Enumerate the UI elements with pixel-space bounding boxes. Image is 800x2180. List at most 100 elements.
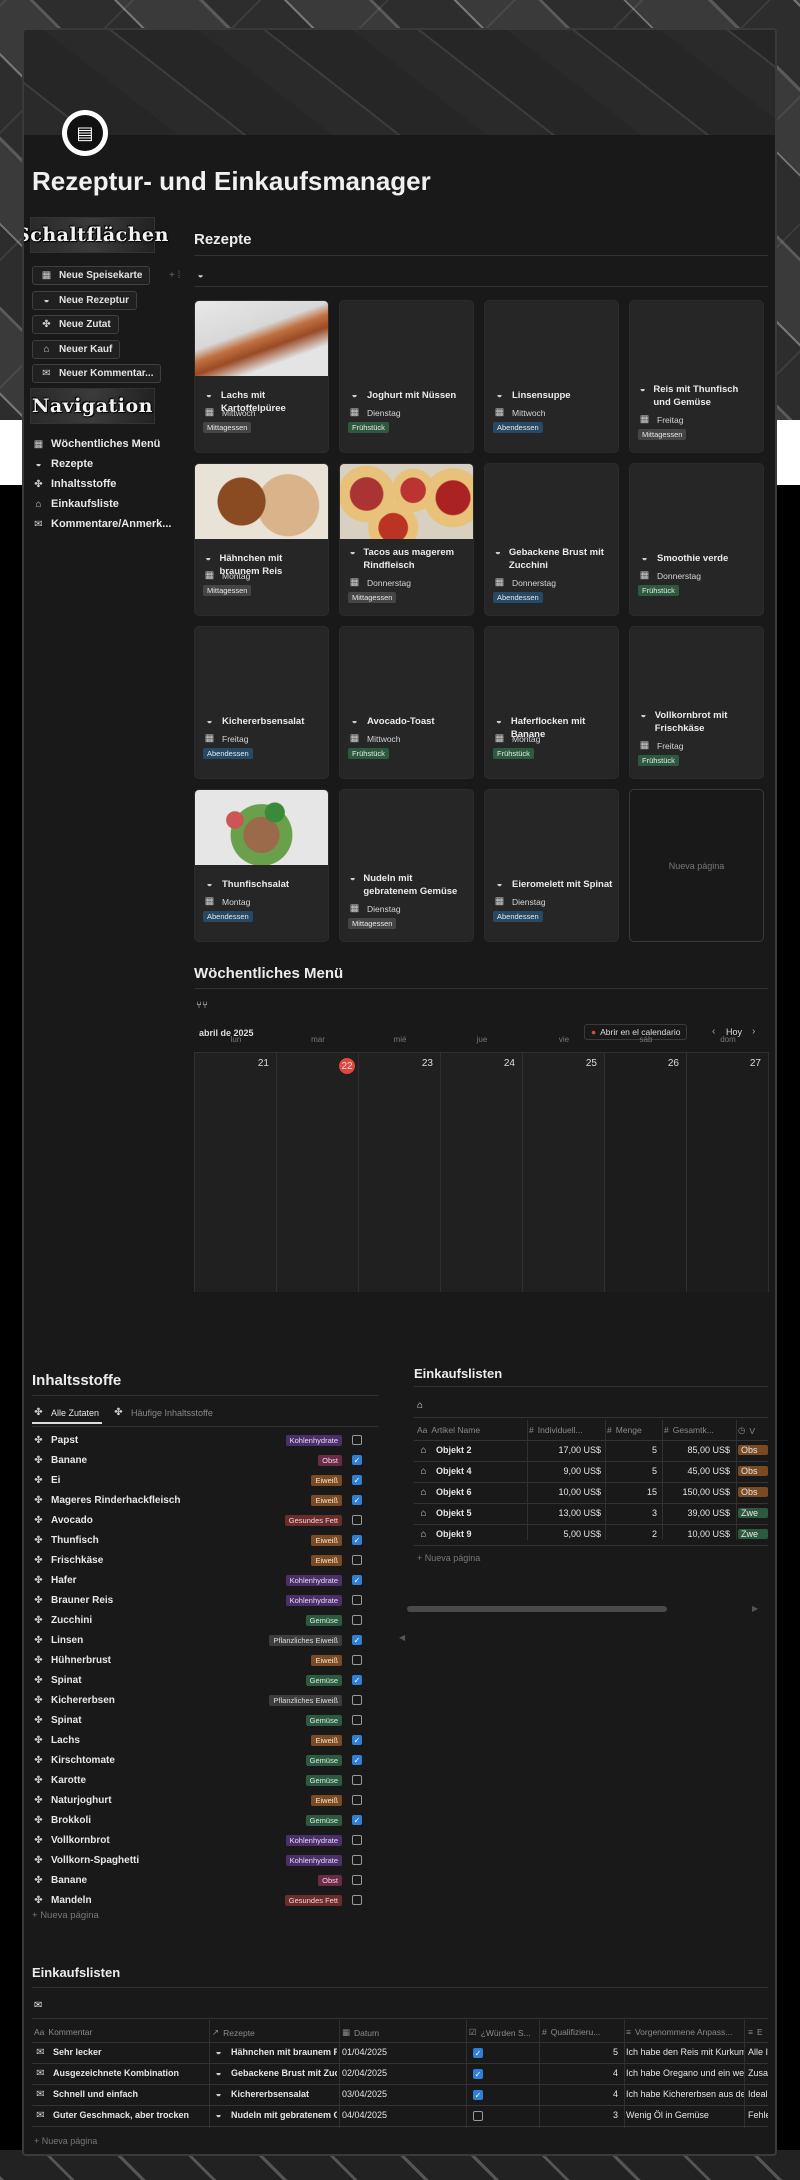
recipe-card[interactable]: ◒ Kichererbsensalat ▦ Freitag Abendessen: [194, 626, 329, 779]
horizontal-scrollbar[interactable]: [407, 1606, 667, 1612]
column-header[interactable]: # Gesamtk...: [664, 1425, 736, 1435]
shopping-item-name[interactable]: ⌂ Objekt 9: [417, 1529, 525, 1540]
fork-knife-icon[interactable]: ⑂⑂: [196, 1000, 208, 1011]
ingredient-checkbox[interactable]: [352, 1775, 362, 1785]
ingredient-row[interactable]: ✤ Hühnerbrust Eiweiß: [32, 1650, 362, 1670]
tab-common-ingredients[interactable]: ✤ Häufige Inhaltsstoffe: [112, 1407, 213, 1418]
ingredient-checkbox[interactable]: ✓: [352, 1455, 362, 1465]
ingredient-row[interactable]: ✤ Banane Obst ✓: [32, 1450, 362, 1470]
would-repeat-checkbox[interactable]: ✓: [473, 2048, 483, 2058]
ingredient-row[interactable]: ✤ Mageres Rinderhackfleisch Eiweiß ✓: [32, 1490, 362, 1510]
ingredient-checkbox[interactable]: [352, 1695, 362, 1705]
comment-text[interactable]: ✉ Sehr lecker: [34, 2047, 206, 2058]
calendar-day-cell[interactable]: 23: [359, 1052, 441, 1292]
recipe-relation[interactable]: ◒ Kichererbsensalat: [212, 2089, 337, 2100]
comments-new-page[interactable]: + Nueva página: [34, 2136, 97, 2146]
nav-shopping-list[interactable]: ⌂ Einkaufsliste: [32, 498, 118, 510]
nav-comments[interactable]: ✉ Kommentare/Anmerk...: [32, 518, 171, 530]
ingredient-row[interactable]: ✤ Lachs Eiweiß ✓: [32, 1730, 362, 1750]
ingredients-new-page[interactable]: + Nueva página: [32, 1910, 99, 1921]
ingredient-row[interactable]: ✤ Avocado Gesundes Fett: [32, 1510, 362, 1530]
recipe-card[interactable]: ◒ Tacos aus magerem Rindfleisch ▦ Donnersta…: [339, 463, 474, 616]
ingredient-row[interactable]: ✤ Spinat Gemüse ✓: [32, 1670, 362, 1690]
column-header[interactable]: ≡ Vorgenommene Anpass...: [626, 2027, 746, 2037]
recipes-new-page[interactable]: Nueva página: [629, 789, 764, 942]
ingredient-checkbox[interactable]: ✓: [352, 1735, 362, 1745]
column-header[interactable]: Aa Kommentar: [34, 2027, 209, 2037]
ingredient-row[interactable]: ✤ Spinat Gemüse: [32, 1710, 362, 1730]
column-header[interactable]: ▦ Datum: [342, 2027, 464, 2038]
ingredient-checkbox[interactable]: [352, 1435, 362, 1445]
ingredient-checkbox[interactable]: ✓: [352, 1575, 362, 1585]
ingredient-checkbox[interactable]: [352, 1875, 362, 1885]
recipe-card[interactable]: ◒ Gebackene Brust mit Zucchini ▦ Donnerstag…: [484, 463, 619, 616]
recipe-card[interactable]: ◒ Hähnchen mit braunem Reis ▦ Montag Mittage…: [194, 463, 329, 616]
calendar-day-cell[interactable]: 22: [277, 1052, 359, 1292]
ingredient-row[interactable]: ✤ Linsen Pflanzliches Eiweiß ✓: [32, 1630, 362, 1650]
page-icon[interactable]: ▤: [62, 110, 108, 156]
ingredient-checkbox[interactable]: [352, 1895, 362, 1905]
ingredient-checkbox[interactable]: ✓: [352, 1495, 362, 1505]
calendar-day-cell[interactable]: 21: [195, 1052, 277, 1292]
ingredient-checkbox[interactable]: [352, 1715, 362, 1725]
recipe-card[interactable]: ◒ Joghurt mit Nüssen ▦ Dienstag Frühstück: [339, 300, 474, 453]
ingredient-checkbox[interactable]: ✓: [352, 1635, 362, 1645]
ingredient-checkbox[interactable]: ✓: [352, 1675, 362, 1685]
recipes-view-tab[interactable]: ◒: [194, 270, 213, 281]
recipe-card[interactable]: ◒ Reis mit Thunfisch und Gemüse ▦ Freitag Mi…: [629, 300, 764, 453]
recipe-card[interactable]: ◒ Smoothie verde ▦ Donnerstag Frühstück: [629, 463, 764, 616]
would-repeat-checkbox[interactable]: ✓: [473, 2069, 483, 2079]
add-icon[interactable]: + ⁞: [169, 270, 180, 281]
ingredient-checkbox[interactable]: ✓: [352, 1815, 362, 1825]
ingredient-row[interactable]: ✤ Brokkoli Gemüse ✓: [32, 1810, 362, 1830]
ingredient-checkbox[interactable]: [352, 1855, 362, 1865]
ingredient-row[interactable]: ✤ Frischkäse Eiweiß: [32, 1550, 362, 1570]
new-recipe-button[interactable]: ◒ Neue Rezeptur: [32, 291, 138, 310]
new-ingredient-button[interactable]: ✤ Neue Zutat: [32, 315, 119, 334]
new-menu-button[interactable]: ▦ Neue Speisekarte: [32, 266, 151, 285]
nav-weekly-menu[interactable]: ▦ Wöchentliches Menü: [32, 438, 161, 450]
ingredient-checkbox[interactable]: ✓: [352, 1535, 362, 1545]
nav-recipes[interactable]: ◒ Rezepte: [32, 458, 93, 470]
comment-text[interactable]: ✉ Guter Geschmack, aber trocken: [34, 2110, 206, 2121]
comment-text[interactable]: ✉ Ausgezeichnete Kombination: [34, 2068, 206, 2079]
would-repeat-checkbox[interactable]: ✓: [473, 2090, 483, 2100]
column-header[interactable]: # Individuell...: [529, 1425, 607, 1435]
ingredient-row[interactable]: ✤ Hafer Kohlenhydrate ✓: [32, 1570, 362, 1590]
recipe-card[interactable]: ◒ Vollkornbrot mit Frischkäse ▦ Freitag Früh…: [629, 626, 764, 779]
recipe-card[interactable]: ◒ Avocado-Toast ▦ Mittwoch Frühstück: [339, 626, 474, 779]
comment-icon[interactable]: ✉: [34, 2000, 42, 2011]
recipe-card[interactable]: ◒ Linsensuppe ▦ Mittwoch Abendessen: [484, 300, 619, 453]
ingredient-row[interactable]: ✤ Papst Kohlenhydrate: [32, 1430, 362, 1450]
calendar-day-cell[interactable]: 26: [605, 1052, 687, 1292]
ingredient-checkbox[interactable]: [352, 1555, 362, 1565]
ingredient-row[interactable]: ✤ Vollkornbrot Kohlenhydrate: [32, 1830, 362, 1850]
recipe-card[interactable]: ◒ Haferflocken mit Banane ▦ Montag Frühstück: [484, 626, 619, 779]
ingredient-row[interactable]: ✤ Vollkorn-Spaghetti Kohlenhydrate: [32, 1850, 362, 1870]
recipe-card[interactable]: ◒ Thunfischsalat ▦ Montag Abendessen: [194, 789, 329, 942]
calendar-day-cell[interactable]: 25: [523, 1052, 605, 1292]
ingredient-checkbox[interactable]: [352, 1655, 362, 1665]
nav-ingredients[interactable]: ✤ Inhaltsstoffe: [32, 478, 116, 490]
recipe-card[interactable]: ◒ Eieromelett mit Spinat ▦ Dienstag Abendess…: [484, 789, 619, 942]
tab-all-ingredients[interactable]: ✤ Alle Zutaten: [32, 1407, 99, 1418]
ingredient-row[interactable]: ✤ Ei Eiweiß ✓: [32, 1470, 362, 1490]
shopping-new-page[interactable]: + Nueva página: [417, 1553, 480, 1563]
column-header[interactable]: # Qualifizieru...: [542, 2027, 622, 2037]
ingredient-row[interactable]: ✤ Thunfisch Eiweiß ✓: [32, 1530, 362, 1550]
scroll-left-icon[interactable]: ◀: [399, 1633, 405, 1642]
basket-icon[interactable]: ⌂: [417, 1400, 423, 1411]
ingredient-row[interactable]: ✤ Banane Obst: [32, 1870, 362, 1890]
ingredient-row[interactable]: ✤ Mandeln Gesundes Fett: [32, 1890, 362, 1910]
column-header[interactable]: # Menge: [607, 1425, 662, 1435]
column-header[interactable]: ☑ ¿Würden S...: [469, 2027, 539, 2038]
ingredient-checkbox[interactable]: [352, 1795, 362, 1805]
column-header[interactable]: Aa Artikel Name: [417, 1425, 527, 1435]
column-header[interactable]: ↗ Rezepte: [212, 2027, 337, 2038]
ingredient-checkbox[interactable]: [352, 1615, 362, 1625]
new-purchase-button[interactable]: ⌂ Neuer Kauf: [32, 340, 121, 359]
column-header[interactable]: ≡ E: [748, 2027, 768, 2037]
calendar-day-cell[interactable]: 27: [687, 1052, 769, 1292]
ingredient-row[interactable]: ✤ Zucchini Gemüse: [32, 1610, 362, 1630]
column-header[interactable]: ◷ V: [738, 1425, 768, 1436]
